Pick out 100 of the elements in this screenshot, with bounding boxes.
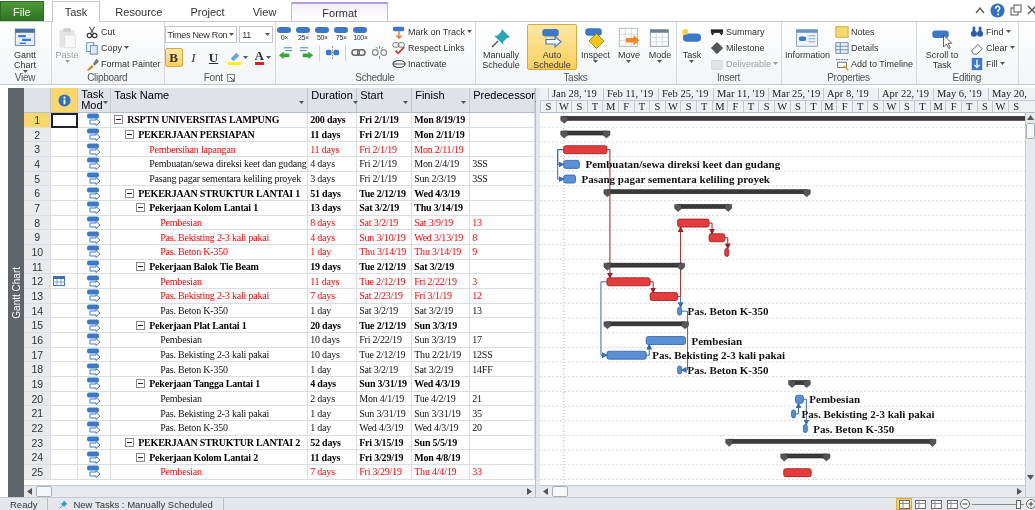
ribbon-button[interactable]: Cut <box>83 24 117 39</box>
task-bar[interactable] <box>645 336 686 345</box>
task-bar[interactable] <box>802 424 808 433</box>
summary-bar[interactable] <box>603 262 685 271</box>
row-number[interactable]: 7 <box>24 201 52 216</box>
ribbon-button[interactable]: Mode <box>644 24 675 70</box>
row-number[interactable]: 18 <box>24 362 52 378</box>
ribbon-button[interactable]: Move <box>613 24 644 70</box>
task-bar[interactable] <box>677 306 682 316</box>
summary-bar[interactable] <box>788 380 811 388</box>
summary-bar[interactable] <box>603 189 811 197</box>
summary-bar[interactable] <box>560 116 1025 124</box>
column-header[interactable]: Duration <box>308 88 358 112</box>
row-number[interactable]: 6 <box>24 186 52 202</box>
ribbon-button[interactable]: Information <box>782 24 832 70</box>
icon-button[interactable] <box>369 43 389 62</box>
column-header[interactable]: Finish <box>412 88 471 112</box>
scroll-thumb[interactable] <box>36 486 53 497</box>
ribbon-button[interactable]: Gantt Chart <box>0 24 50 70</box>
predecessor-cell: 12 <box>470 289 536 304</box>
view-button[interactable] <box>944 498 960 510</box>
ribbon-button[interactable]: Auto Schedule <box>526 24 577 70</box>
critical-task-bar[interactable] <box>563 145 608 155</box>
ribbon-button[interactable]: Milestone <box>707 40 767 55</box>
critical-task-bar[interactable] <box>606 277 651 287</box>
slider-thumb[interactable] <box>1015 499 1021 509</box>
status-text[interactable]: New Tasks : Manually Scheduled <box>73 498 213 510</box>
summary-bar[interactable] <box>780 453 831 462</box>
ribbon-button[interactable]: Mark on Track <box>389 24 474 39</box>
ribbon-button[interactable]: Add to Timeline <box>833 56 916 71</box>
row-number[interactable]: 1 <box>24 113 52 128</box>
ribbon-button[interactable]: Clear <box>968 40 1017 55</box>
summary-bar[interactable] <box>560 130 611 139</box>
task-bar[interactable] <box>791 409 796 419</box>
ribbon-tab[interactable]: View <box>239 2 290 21</box>
row-number[interactable]: 10 <box>24 245 52 260</box>
font-size-field[interactable]: 11 <box>239 26 274 43</box>
ribbon-tab[interactable]: Format <box>291 2 389 21</box>
task-bar[interactable] <box>563 174 576 184</box>
row-number[interactable]: 24 <box>24 450 52 466</box>
horizontal-scrollbar[interactable] <box>540 485 1025 497</box>
column-header[interactable]: Task Mod <box>78 88 112 112</box>
ribbon-button[interactable]: Find <box>968 24 1013 39</box>
column-header[interactable]: Task Name <box>111 88 309 112</box>
ribbon-button[interactable]: Respect Links <box>389 40 467 55</box>
row-number[interactable]: 19 <box>24 377 52 392</box>
horizontal-scrollbar[interactable] <box>24 485 536 497</box>
font-color-button[interactable]: A <box>251 48 274 67</box>
ribbon-tab[interactable]: File <box>0 1 44 21</box>
view-button[interactable] <box>912 498 928 510</box>
task-bar[interactable] <box>795 394 804 404</box>
active-cell[interactable] <box>51 113 79 128</box>
row-number[interactable]: 25 <box>24 465 52 480</box>
task-mode-icon <box>86 157 103 171</box>
ribbon-tab[interactable]: Project <box>177 2 238 21</box>
view-button[interactable] <box>896 498 912 510</box>
ribbon-button[interactable]: Format Painter <box>83 56 163 71</box>
row-number[interactable]: 4 <box>24 157 52 172</box>
row-number[interactable]: 9 <box>24 230 52 246</box>
font-name-field[interactable]: Times New Ron <box>164 26 238 43</box>
format-toggle[interactable]: I <box>184 48 203 67</box>
group-label: Tasks <box>563 72 588 83</box>
row-number[interactable]: 22 <box>24 421 52 436</box>
column-header[interactable]: Start <box>357 88 413 112</box>
view-bar-label[interactable]: Gantt Chart <box>10 266 22 319</box>
ribbon-button[interactable]: Fill <box>968 56 1007 71</box>
row-number[interactable]: 13 <box>24 289 52 304</box>
row-number[interactable]: 3 <box>24 142 52 157</box>
ribbon-tab[interactable]: Task <box>51 1 101 22</box>
summary-bar[interactable] <box>603 321 689 330</box>
scroll-thumb[interactable] <box>1026 123 1035 139</box>
row-number[interactable]: 16 <box>24 333 52 348</box>
ribbon-button[interactable]: Inspect <box>577 24 613 70</box>
critical-task-bar[interactable] <box>724 248 730 257</box>
zoom-slider[interactable] <box>972 499 1024 509</box>
ribbon-button[interactable]: Summary <box>707 24 767 39</box>
critical-task-bar[interactable] <box>649 292 679 301</box>
scroll-thumb[interactable] <box>552 486 568 497</box>
view-button[interactable] <box>928 498 944 510</box>
ribbon-button[interactable]: Notes <box>833 24 877 39</box>
format-toggle[interactable]: U <box>204 48 223 67</box>
vertical-scrollbar[interactable] <box>1025 113 1035 497</box>
task-bar[interactable] <box>606 350 647 360</box>
critical-task-bar[interactable] <box>677 218 710 228</box>
row-number[interactable]: 12 <box>24 274 52 290</box>
ribbon-button[interactable]: Manually Schedule <box>475 24 526 70</box>
ribbon-tab[interactable]: Resource <box>102 2 176 21</box>
task-bar[interactable] <box>677 365 682 375</box>
ribbon-button[interactable]: Scroll to Task <box>917 24 968 70</box>
task-bar[interactable] <box>563 160 580 169</box>
ribbon-button[interactable]: Inactivate <box>389 56 449 71</box>
ribbon-button[interactable]: Details <box>833 40 881 55</box>
critical-task-bar[interactable] <box>708 233 726 243</box>
critical-task-bar[interactable] <box>783 468 812 478</box>
row-number[interactable]: 15 <box>24 318 52 334</box>
row-number[interactable]: 21 <box>24 406 52 422</box>
ribbon-button[interactable]: Copy <box>83 40 131 55</box>
summary-bar[interactable] <box>725 439 937 447</box>
ribbon-button[interactable]: Task <box>676 24 707 70</box>
summary-bar[interactable] <box>674 204 732 212</box>
